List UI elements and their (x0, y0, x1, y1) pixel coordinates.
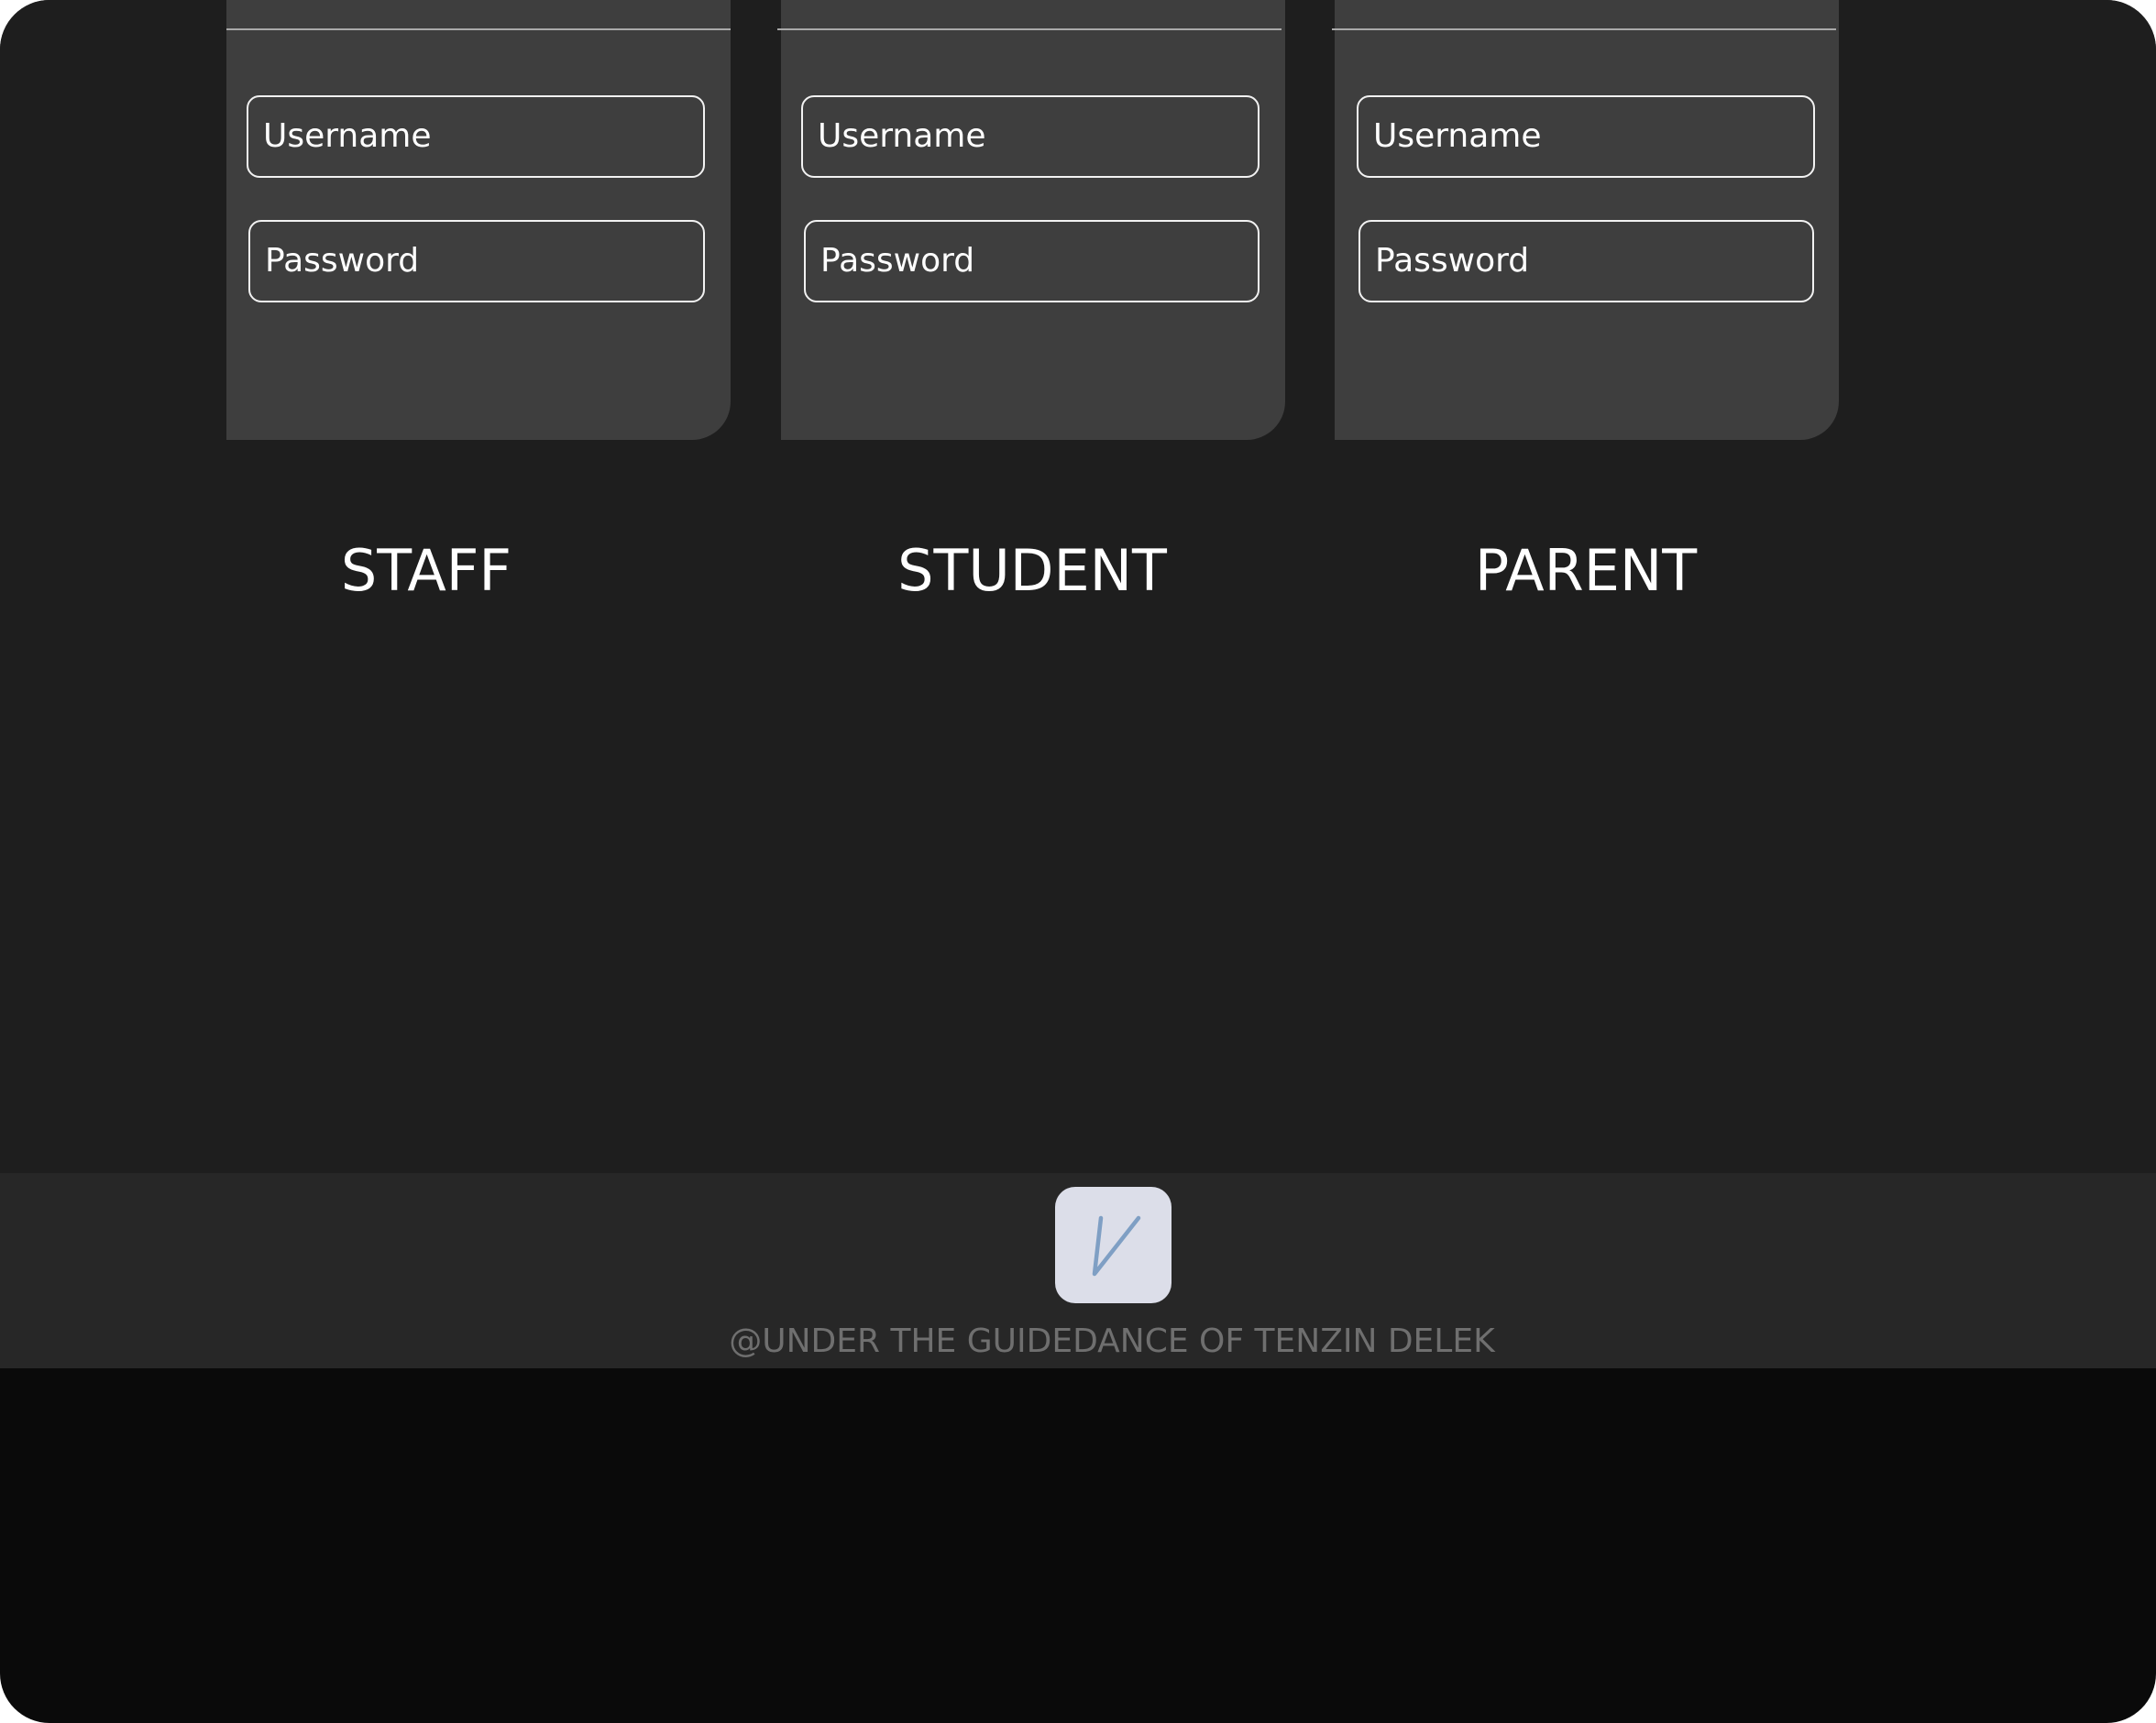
app-window: Username Password Username Password User… (0, 0, 2156, 1723)
copyright-text: @UNDER THE GUIDEDANCE OF TENZIN DELEK (729, 1322, 1495, 1360)
main-area: Username Password Username Password User… (0, 0, 2156, 1173)
student-login-card: Username Password (777, 0, 1285, 440)
student-username-field[interactable]: Username (801, 95, 1260, 178)
staff-login-card: Username Password (226, 0, 731, 440)
staff-role-label[interactable]: STAFF (293, 532, 559, 610)
parent-role-label[interactable]: PARENT (1448, 532, 1723, 610)
student-password-field[interactable]: Password (804, 220, 1260, 302)
parent-login-card: Username Password (1332, 0, 1839, 440)
footer: @UNDER THE GUIDEDANCE OF TENZIN DELEK (0, 1173, 2156, 1368)
student-role-label[interactable]: STUDENT (858, 532, 1206, 610)
card-divider (226, 28, 731, 30)
staff-password-field[interactable]: Password (248, 220, 705, 302)
card-divider (777, 28, 1282, 30)
parent-password-field[interactable]: Password (1358, 220, 1814, 302)
staff-username-field[interactable]: Username (247, 95, 705, 178)
v-logo-icon[interactable] (1055, 1187, 1172, 1303)
v-logo-glyph (1092, 1215, 1141, 1277)
parent-username-field[interactable]: Username (1357, 95, 1815, 178)
card-divider (1332, 28, 1836, 30)
